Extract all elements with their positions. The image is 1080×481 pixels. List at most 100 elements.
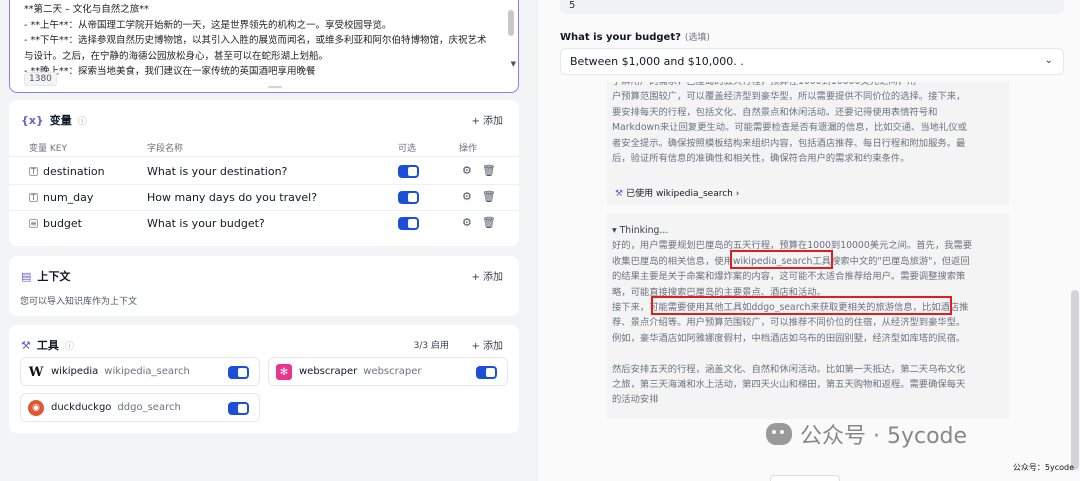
- add-tool-button[interactable]: + 添加: [471, 337, 503, 352]
- tools-card: ⚒ 工具 ⓘ 3/3 启用 + 添加 W wikipedia wikipedia_…: [9, 325, 519, 433]
- tool-item-wikipedia[interactable]: W wikipedia wikipedia_search: [20, 357, 260, 386]
- thinking-line: 了解用户的需求，巴厘岛的五天行程，预算在1000到10000美元之间，用: [612, 82, 1004, 89]
- tool-id: wikipedia_search: [104, 366, 190, 377]
- highlight-box: [730, 250, 833, 269]
- hammer-icon: ⚒: [21, 338, 31, 352]
- tool-toggle[interactable]: [476, 366, 497, 379]
- watermark-text: 公众号 · 5ycode: [800, 424, 968, 449]
- document-icon: ▤: [21, 269, 32, 283]
- add-variable-button[interactable]: + 添加: [471, 112, 503, 127]
- thinking-line: 荐、景点介绍等。用户预算范围较广，可以推荐不同价位的住宿，从经济型到豪华型。: [612, 317, 966, 329]
- text-field-icon: T: [29, 167, 38, 176]
- context-card: ▤ 上下文 + 添加 您可以导入知识库作为上下文: [9, 256, 519, 316]
- prompt-line: **第二天 – 文化与自然之旅**: [24, 4, 149, 15]
- prompt-scrollbar[interactable]: [508, 10, 514, 36]
- trash-icon[interactable]: 🗑: [482, 164, 496, 177]
- tools-header: ⚒ 工具 ⓘ: [21, 337, 74, 353]
- chevron-down-icon: ⌄: [1044, 55, 1053, 66]
- budget-label-text: What is your budget?: [560, 32, 681, 43]
- variables-title: 变量: [49, 114, 72, 127]
- variable-name[interactable]: How many days do you travel?: [147, 191, 317, 204]
- prompt-line: - **晚上**：探索当地美食，我们建议在一家传统的英国酒吧享用晚餐: [24, 66, 316, 77]
- variables-header: {x} 变量 ⓘ: [21, 112, 87, 128]
- trash-icon[interactable]: 🗑: [482, 216, 496, 229]
- variable-key: budget: [43, 217, 82, 230]
- variable-key: num_day: [43, 191, 94, 204]
- settings-gear-icon[interactable]: ⚙: [462, 190, 472, 203]
- tool-id: webscraper: [363, 366, 422, 377]
- thinking-line: [612, 346, 1004, 361]
- variables-table-header: 变量 KEY 字段名称 可选 操作: [9, 136, 519, 157]
- tool-item-webscraper[interactable]: ✻ webscraper webscraper: [268, 357, 508, 386]
- text-field-icon: T: [29, 193, 38, 202]
- watermark-small: 公众号：5ycode: [1012, 463, 1074, 472]
- optional-toggle[interactable]: [398, 165, 419, 178]
- input-area-edge[interactable]: [770, 475, 840, 481]
- context-subtitle: 您可以导入知识库作为上下文: [20, 297, 138, 307]
- tool-toggle[interactable]: [228, 402, 249, 415]
- optional-toggle[interactable]: [398, 217, 419, 230]
- tools-count: 3/3 启用: [413, 341, 449, 351]
- thinking-toggle[interactable]: ▾ Thinking...: [612, 223, 1004, 238]
- duckduckgo-icon: ◉: [28, 400, 44, 416]
- trash-icon[interactable]: 🗑: [482, 190, 496, 203]
- paragraph-field-icon: ≡: [29, 218, 38, 228]
- tools-title: 工具: [36, 339, 59, 352]
- thinking-line: 者安全提示。确保按照模板结构来组织内容，包括酒店推荐、每日行程和附加服务。最: [612, 137, 966, 149]
- thinking-line: 的结果主要是关于命案和爆炸案的内容，这可能不太适合推荐给用户。需要调整搜索策: [612, 271, 966, 283]
- variable-key: destination: [43, 165, 105, 178]
- prompt-line: 与设计。之后，在宁静的海德公园放松身心，甚至可以在蛇形湖上划船。: [24, 50, 329, 62]
- watermark: 公众号 · 5ycode: [766, 418, 967, 450]
- used-tool-badge[interactable]: ⚒ 已使用 wikipedia_search ›: [607, 181, 1009, 205]
- resize-handle[interactable]: [268, 86, 282, 88]
- tool-name: wikipedia: [51, 366, 99, 377]
- info-icon[interactable]: ⓘ: [65, 339, 74, 352]
- debug-preview-panel: 5 What is your budget? (选填) Between $1,00…: [537, 0, 1080, 481]
- scroll-down-icon[interactable]: ▼: [511, 60, 516, 68]
- context-title: 上下文: [37, 270, 71, 283]
- table-row: Tnum_day How many days do you travel? ⚙ 🗑: [9, 185, 519, 211]
- tool-name: webscraper: [299, 366, 358, 377]
- budget-optional: (选填): [684, 33, 710, 43]
- variable-icon: {x}: [21, 113, 44, 127]
- wikipedia-icon: W: [28, 364, 44, 380]
- col-name: 字段名称: [147, 144, 184, 154]
- thinking-block-2: ▾ Thinking... 好的，用户需要规划巴厘岛的五天行程，预算在1000到…: [607, 213, 1009, 419]
- used-tool-label: 已使用 wikipedia_search: [626, 189, 733, 199]
- thinking-line: 的活动安排: [612, 394, 659, 406]
- wechat-icon: [766, 423, 792, 445]
- thinking-line: 例如，豪华酒店如阿雅娜度假村，中档酒店如乌布的田园别墅，经济型如库塔的民宿。: [612, 332, 966, 344]
- char-count: 1380: [24, 72, 57, 86]
- tool-id: ddgo_search: [117, 402, 181, 413]
- variables-card: {x} 变量 ⓘ + 添加 变量 KEY 字段名称 可选 操作 Tdestina…: [9, 100, 519, 246]
- variable-name[interactable]: What is your destination?: [147, 165, 287, 178]
- webscraper-icon: ✻: [276, 364, 292, 380]
- col-key: 变量 KEY: [29, 144, 67, 154]
- settings-gear-icon[interactable]: ⚙: [462, 164, 472, 177]
- thinking-line: 之旅，第三天海滩和水上活动，第四天火山和梯田，第五天购物和返程。需要确保每天: [612, 379, 966, 391]
- table-row: ≡ budget What is your budget? ⚙ 🗑: [9, 211, 519, 237]
- variable-name[interactable]: What is your budget?: [147, 217, 265, 230]
- num-day-input[interactable]: 5: [560, 0, 1064, 14]
- thinking-line: Markdown来让回复更生动。可能需要检查是否有遗漏的信息，比如交通、当地礼仪…: [612, 122, 967, 134]
- tool-name: duckduckgo: [51, 402, 112, 413]
- thinking-line: 后，验证所有信息的准确性和相关性，确保符合用户的需求和约束条件。: [612, 153, 910, 165]
- prompt-line: - **上午**：从帝国理工学院开始新的一天，这是世界领先的机构之一。享受校园导…: [24, 19, 392, 31]
- budget-value: Between $1,000 and $10,000. .: [570, 55, 744, 68]
- prompt-text[interactable]: **第二天 – 文化与自然之旅** - **上午**：从帝国理工学院开始新的一天，…: [10, 0, 518, 80]
- highlight-box: [651, 296, 952, 315]
- tool-item-duckduckgo[interactable]: ◉ duckduckgo ddgo_search: [20, 393, 260, 422]
- prompt-editor[interactable]: **第二天 – 文化与自然之旅** - **上午**：从帝国理工学院开始新的一天，…: [9, 0, 519, 93]
- settings-gear-icon[interactable]: ⚙: [462, 216, 472, 229]
- thinking-line: 户预算范围较广，可以覆盖经济型到豪华型，所以需要提供不同价位的选择。接下来，: [612, 91, 966, 103]
- chat-scrollbar[interactable]: [1071, 290, 1079, 470]
- optional-toggle[interactable]: [398, 191, 419, 204]
- tool-toggle[interactable]: [228, 366, 249, 379]
- hammer-icon: ⚒: [615, 189, 624, 199]
- info-icon[interactable]: ⓘ: [78, 114, 87, 127]
- thinking-line: 要安排每天的行程，包括文化、自然景点和休闲活动。还要记得使用表情符号和: [612, 106, 938, 118]
- budget-select[interactable]: Between $1,000 and $10,000. . ⌄: [560, 48, 1064, 75]
- add-context-button[interactable]: + 添加: [471, 268, 503, 283]
- prompt-line: - **下午**：选择参观自然历史博物馆，以其引入入胜的展览而闻名，或维多利亚和…: [24, 35, 487, 46]
- context-header: ▤ 上下文: [21, 268, 70, 284]
